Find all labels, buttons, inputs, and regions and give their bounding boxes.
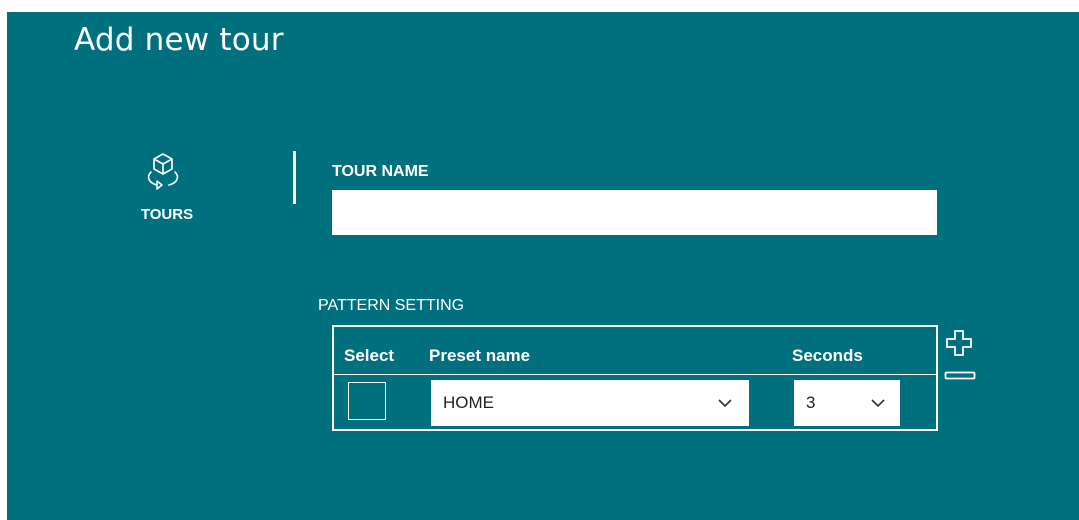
tour-cube-icon	[143, 150, 183, 192]
plus-icon	[944, 330, 974, 362]
seconds-dropdown[interactable]: 3	[794, 380, 900, 426]
column-header-seconds: Seconds	[792, 346, 863, 365]
chevron-down-icon	[870, 396, 886, 410]
page-title: Add new tour	[74, 22, 284, 58]
seconds-value: 3	[806, 393, 816, 412]
pattern-table: Select Preset name Seconds HOME 3	[332, 325, 938, 431]
header-divider	[334, 374, 936, 375]
sidebar-item-label: TOURS	[140, 206, 194, 223]
tour-name-input[interactable]	[332, 190, 937, 235]
row-select-checkbox[interactable]	[348, 382, 386, 420]
remove-row-button[interactable]	[944, 368, 976, 380]
preset-name-dropdown[interactable]: HOME	[431, 380, 749, 426]
pattern-setting-label: PATTERN SETTING	[318, 297, 465, 314]
chevron-down-icon	[717, 396, 733, 410]
minus-icon	[944, 368, 976, 385]
preset-name-value: HOME	[443, 393, 494, 412]
column-header-select: Select	[344, 346, 395, 365]
divider	[293, 151, 296, 204]
add-row-button[interactable]	[944, 328, 974, 358]
column-header-preset-name: Preset name	[429, 346, 531, 365]
tour-name-label: TOUR NAME	[332, 163, 429, 180]
sidebar-item-tours[interactable]: TOURS	[127, 150, 207, 240]
add-tour-panel: Add new tour TOURS TOUR NAME PATTERN SET…	[7, 12, 1079, 520]
